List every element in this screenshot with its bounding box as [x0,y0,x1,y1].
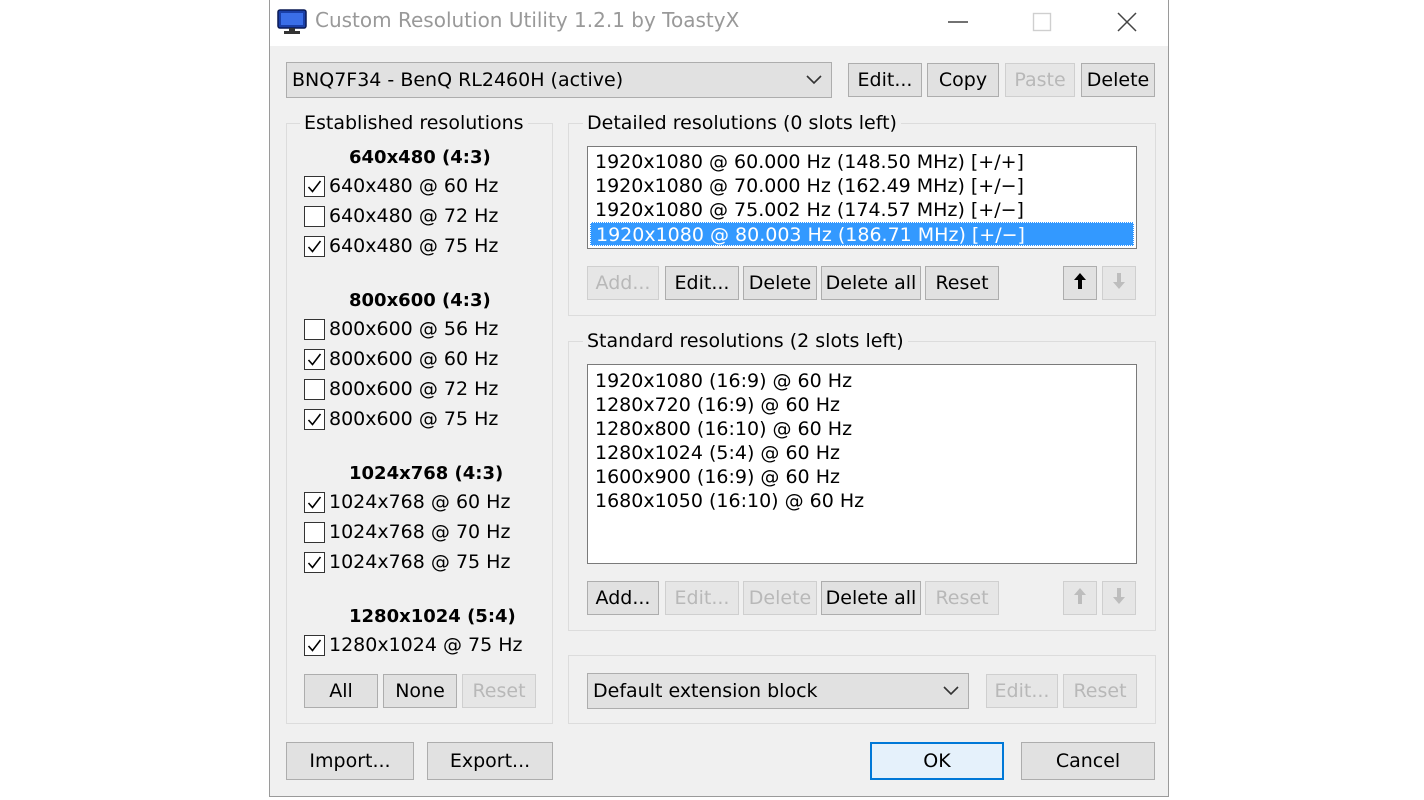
standard-resolution-item[interactable]: 1280x1024 (5:4) @ 60 Hz [590,441,1134,465]
detailed-move-up-button[interactable] [1063,266,1097,300]
checkbox-unchecked-icon[interactable] [304,378,325,400]
standard-resolution-item[interactable]: 1680x1050 (16:10) @ 60 Hz [590,489,1134,513]
established-resolution-checkbox[interactable]: 800x600 @ 72 Hz [304,376,498,402]
arrow-down-icon [1112,272,1126,295]
established-resolution-label: 1280x1024 @ 75 Hz [329,634,523,656]
extension-block-select-value: Default extension block [593,680,818,702]
established-resolution-label: 800x600 @ 56 Hz [329,318,499,340]
detailed-resolution-item[interactable]: 1920x1080 @ 70.000 Hz (162.49 MHz) [+/−] [590,174,1134,198]
import-button[interactable]: Import... [286,742,414,780]
cru-window: Custom Resolution Utility 1.2.1 by Toast… [269,0,1169,797]
monitor-icon [277,9,307,35]
title-bar[interactable]: Custom Resolution Utility 1.2.1 by Toast… [270,0,1168,46]
established-resolution-checkbox[interactable]: 1024x768 @ 70 Hz [304,519,510,545]
established-resolution-checkbox[interactable]: 640x480 @ 75 Hz [304,233,498,259]
arrow-up-icon [1073,272,1087,295]
standard-resolution-item[interactable]: 1600x900 (16:9) @ 60 Hz [590,465,1134,489]
detailed-resolution-item[interactable]: 1920x1080 @ 80.003 Hz (186.71 MHz) [+/−] [590,222,1134,246]
standard-move-up-button[interactable] [1063,581,1097,615]
established-group-header: 640x480 (4:3) [349,147,491,168]
established-resolution-label: 640x480 @ 60 Hz [329,175,499,197]
checkbox-checked-icon[interactable] [304,175,325,197]
established-resolution-label: 1024x768 @ 75 Hz [329,551,511,573]
standard-move-down-button[interactable] [1102,581,1136,615]
established-resolutions-legend: Established resolutions [300,112,528,134]
established-resolution-checkbox[interactable]: 640x480 @ 72 Hz [304,203,498,229]
checkbox-checked-icon[interactable] [304,634,325,656]
monitor-select-value: BNQ7F34 - BenQ RL2460H (active) [292,69,624,91]
detailed-resolutions-listbox[interactable]: 1920x1080 @ 60.000 Hz (148.50 MHz) [+/+]… [587,146,1137,249]
detailed-reset-button[interactable]: Reset [925,266,999,300]
standard-delete-all-button[interactable]: Delete all [821,581,921,615]
close-button[interactable] [1085,0,1169,44]
detailed-add-button[interactable]: Add... [587,266,659,300]
extension-reset-button[interactable]: Reset [1063,674,1137,708]
maximize-button[interactable] [1000,0,1084,44]
standard-resolution-item[interactable]: 1920x1080 (16:9) @ 60 Hz [590,369,1134,393]
standard-reset-button[interactable]: Reset [925,581,999,615]
established-resolution-label: 640x480 @ 72 Hz [329,205,499,227]
checkbox-unchecked-icon[interactable] [304,521,325,543]
extension-block-select[interactable]: Default extension block [587,673,969,709]
checkbox-unchecked-icon[interactable] [304,205,325,227]
detailed-delete-all-button[interactable]: Delete all [821,266,921,300]
arrow-up-icon [1073,587,1087,610]
checkbox-checked-icon[interactable] [304,348,325,370]
established-all-button[interactable]: All [304,674,378,708]
checkbox-unchecked-icon[interactable] [304,318,325,340]
detailed-resolution-item[interactable]: 1920x1080 @ 60.000 Hz (148.50 MHz) [+/+] [590,150,1134,174]
detailed-delete-button[interactable]: Delete [743,266,817,300]
standard-delete-button[interactable]: Delete [743,581,817,615]
standard-add-button[interactable]: Add... [587,581,659,615]
established-resolution-label: 640x480 @ 75 Hz [329,235,499,257]
standard-edit-button[interactable]: Edit... [665,581,739,615]
established-resolution-checkbox[interactable]: 800x600 @ 56 Hz [304,316,498,342]
established-resolution-checkbox[interactable]: 640x480 @ 60 Hz [304,173,498,199]
window-title: Custom Resolution Utility 1.2.1 by Toast… [315,8,740,32]
minimize-button[interactable] [916,0,1000,44]
established-resolution-checkbox[interactable]: 1024x768 @ 60 Hz [304,489,510,515]
detailed-resolution-item[interactable]: 1920x1080 @ 75.002 Hz (174.57 MHz) [+/−] [590,198,1134,222]
established-resolution-checkbox[interactable]: 800x600 @ 60 Hz [304,346,498,372]
established-none-button[interactable]: None [383,674,457,708]
established-resolution-checkbox[interactable]: 800x600 @ 75 Hz [304,406,498,432]
monitor-paste-button[interactable]: Paste [1005,63,1075,97]
established-resolution-checkbox[interactable]: 1280x1024 @ 75 Hz [304,632,523,658]
ok-button[interactable]: OK [870,742,1004,780]
established-reset-button[interactable]: Reset [462,674,536,708]
extension-edit-button[interactable]: Edit... [986,674,1058,708]
detailed-resolutions-legend: Detailed resolutions (0 slots left) [583,112,901,134]
established-resolution-label: 800x600 @ 75 Hz [329,408,499,430]
established-resolution-label: 800x600 @ 72 Hz [329,378,499,400]
standard-resolutions-listbox[interactable]: 1920x1080 (16:9) @ 60 Hz 1280x720 (16:9) … [587,364,1137,564]
cancel-button[interactable]: Cancel [1021,742,1155,780]
established-group-header: 1024x768 (4:3) [349,463,504,484]
checkbox-checked-icon[interactable] [304,408,325,430]
established-resolution-label: 1024x768 @ 70 Hz [329,521,511,543]
established-resolution-label: 1024x768 @ 60 Hz [329,491,511,513]
standard-resolution-item[interactable]: 1280x720 (16:9) @ 60 Hz [590,393,1134,417]
standard-resolutions-legend: Standard resolutions (2 slots left) [583,330,908,352]
established-resolution-checkbox[interactable]: 1024x768 @ 75 Hz [304,549,510,575]
standard-resolution-item[interactable]: 1280x800 (16:10) @ 60 Hz [590,417,1134,441]
established-group-header: 1280x1024 (5:4) [349,606,516,627]
monitor-select[interactable]: BNQ7F34 - BenQ RL2460H (active) [286,62,832,98]
established-group-header: 800x600 (4:3) [349,290,491,311]
detailed-move-down-button[interactable] [1102,266,1136,300]
checkbox-checked-icon[interactable] [304,551,325,573]
monitor-delete-button[interactable]: Delete [1081,63,1155,97]
monitor-copy-button[interactable]: Copy [927,63,999,97]
monitor-edit-button[interactable]: Edit... [848,63,922,97]
export-button[interactable]: Export... [427,742,553,780]
checkbox-checked-icon[interactable] [304,235,325,257]
established-resolution-label: 800x600 @ 60 Hz [329,348,499,370]
checkbox-checked-icon[interactable] [304,491,325,513]
arrow-down-icon [1112,587,1126,610]
detailed-edit-button[interactable]: Edit... [665,266,739,300]
